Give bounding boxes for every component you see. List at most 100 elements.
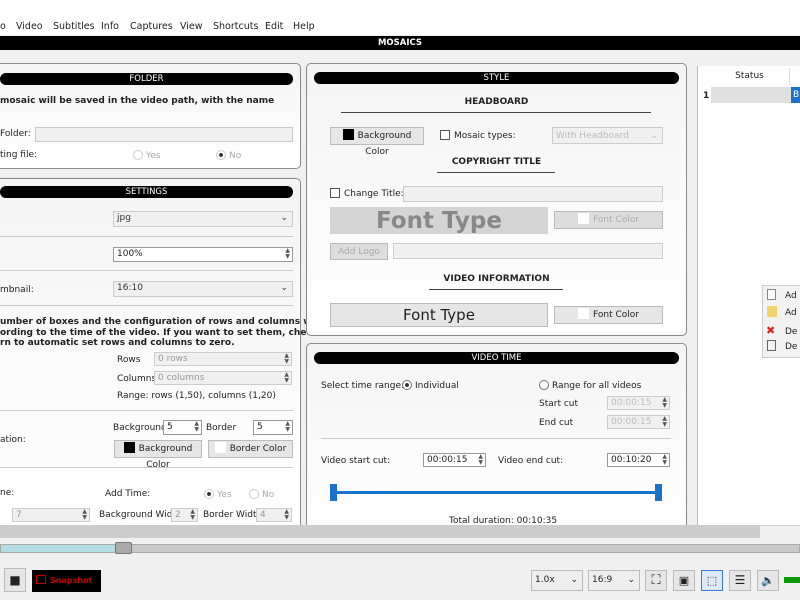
scrollbar-thumb[interactable]	[0, 526, 760, 538]
chevron-down-icon: ⌄	[280, 213, 288, 223]
auto-note: umber of boxes and the configuration of …	[0, 317, 336, 349]
style-header: STYLE	[314, 72, 679, 84]
menu-info[interactable]: Info	[101, 21, 119, 32]
individual-radio[interactable]: Individual	[402, 380, 459, 391]
chevron-down-icon: ⌄	[650, 131, 658, 141]
existing-file-label: ting file:	[0, 150, 38, 160]
copyright-font-color-button[interactable]: Font Color	[554, 211, 663, 229]
border-color-button[interactable]: Border Color	[208, 440, 293, 458]
mosaic-type-select[interactable]: With Headboard ⌄	[552, 127, 663, 144]
end-cut-spinbox[interactable]: 00:00:15 ▲ ▼	[607, 415, 670, 429]
checkbox-label: Mosaic types:	[454, 131, 516, 141]
background-width-spinbox[interactable]: 2 ▲ ▼	[171, 508, 198, 522]
menu-edit[interactable]: Edit	[265, 21, 283, 32]
divider	[341, 112, 651, 113]
add-time-no-radio[interactable]: No	[249, 489, 274, 500]
existing-no-radio[interactable]: No	[216, 150, 241, 161]
range-slider-end-handle[interactable]	[655, 484, 662, 501]
speed-select[interactable]: 1.0x ⌄	[531, 570, 583, 591]
separation-label: ation:	[0, 435, 26, 445]
title-area	[0, 0, 800, 18]
thumbnail-select[interactable]: 16:10 ⌄	[113, 281, 293, 297]
pip-button[interactable]: ▣	[673, 570, 695, 591]
divider	[0, 236, 293, 237]
rows-spinbox[interactable]: 0 rows ▲ ▼	[154, 352, 292, 366]
title-input[interactable]	[403, 186, 663, 202]
color-swatch	[342, 129, 354, 140]
row-number: 1	[703, 91, 710, 101]
time-size-spinbox[interactable]: 7 ▲ ▼	[12, 508, 90, 522]
copyright-heading: COPYRIGHT TITLE	[451, 157, 542, 167]
divider	[429, 289, 563, 290]
columns-value: 0 columns	[158, 373, 205, 383]
color-swatch	[578, 308, 590, 319]
context-menu-item[interactable]: ✖ De	[763, 322, 800, 339]
menu-view[interactable]: View	[180, 21, 203, 32]
snapshot-button[interactable]: Snapshot	[32, 570, 101, 592]
button-label: Font Color	[593, 215, 639, 225]
headboard-background-color-button[interactable]: Background Color	[330, 127, 424, 157]
status-cell[interactable]	[711, 87, 791, 103]
start-cut-spinbox[interactable]: 00:00:15 ▲ ▼	[607, 396, 670, 410]
mute-button[interactable]: 🔈	[757, 570, 779, 591]
border-width-spinbox[interactable]: 4 ▲ ▼	[256, 508, 292, 522]
menu-captures[interactable]: Captures	[130, 21, 173, 32]
aspect-select[interactable]: 16:9 ⌄	[588, 570, 640, 591]
video-info-font-type-button[interactable]: Font Type	[330, 303, 548, 327]
volume-bar[interactable]	[784, 577, 800, 583]
range-slider-start-handle[interactable]	[330, 484, 337, 501]
background-spinbox[interactable]: 5 ▲ ▼	[163, 420, 202, 435]
horizontal-scrollbar[interactable]	[0, 525, 800, 538]
menu-help[interactable]: Help	[293, 21, 315, 32]
border-spinbox[interactable]: 5 ▲ ▼	[253, 420, 293, 435]
folder-input[interactable]	[35, 127, 293, 142]
background-width-label: Background Width	[99, 510, 182, 520]
select-value: With Headboard	[556, 131, 629, 141]
seek-handle[interactable]	[115, 542, 132, 554]
change-title-checkbox[interactable]: Change Title:	[330, 188, 404, 199]
copyright-font-type-button[interactable]: Font Type	[330, 207, 548, 234]
add-time-yes-radio[interactable]: Yes	[204, 489, 232, 500]
status-column-header[interactable]: Status	[710, 68, 790, 85]
select-button[interactable]: ⬚	[701, 570, 723, 591]
menu-subtitles[interactable]: Subtitles	[53, 21, 95, 32]
spin-value: 00:10:20	[611, 455, 652, 465]
fullscreen-button[interactable]: ⛶	[645, 570, 667, 591]
range-slider-track	[333, 491, 659, 494]
video-end-cut-spinbox[interactable]: 00:10:20 ▲ ▼	[607, 453, 670, 467]
selected-cell[interactable]: B	[791, 87, 800, 103]
playlist-button[interactable]: ☰	[729, 570, 751, 591]
scale-value: 100%	[117, 249, 143, 259]
menu-item[interactable]: o	[0, 21, 6, 32]
existing-yes-radio[interactable]: Yes	[133, 150, 161, 161]
video-start-cut-spinbox[interactable]: 00:00:15 ▲ ▼	[423, 453, 486, 467]
spin-value: 00:00:15	[611, 417, 652, 427]
range-all-radio[interactable]: Range for all videos	[539, 380, 641, 391]
columns-spinbox[interactable]: 0 columns ▲ ▼	[154, 371, 292, 385]
background-color-button[interactable]: Background Color	[114, 440, 202, 470]
add-logo-button[interactable]: Add Logo	[330, 243, 388, 260]
logo-path-input[interactable]	[393, 243, 663, 259]
headboard-heading: HEADBOARD	[464, 97, 529, 107]
button-label: Border Color	[229, 444, 287, 454]
folder-note: mosaic will be saved in the video path, …	[0, 96, 275, 106]
stop-button[interactable]: ■	[4, 568, 26, 592]
scale-spinbox[interactable]: 100% ▲ ▼	[113, 247, 293, 262]
yes-label: Yes	[217, 490, 232, 500]
folder-header: FOLDER	[0, 73, 293, 85]
context-menu-item[interactable]: Ad	[763, 305, 800, 322]
no-label: No	[262, 490, 275, 500]
menu-shortcuts[interactable]: Shortcuts	[213, 21, 258, 32]
aspect-value: 16:9	[592, 575, 613, 585]
format-select[interactable]: jpg ⌄	[113, 211, 293, 227]
bw-value: 4	[260, 510, 266, 520]
note-line: ording to the time of the video. If you …	[0, 327, 318, 338]
context-menu-item[interactable]: De	[763, 339, 800, 356]
context-menu-item[interactable]: Ad	[763, 288, 800, 305]
menu-video[interactable]: Video	[16, 21, 43, 32]
video-time-panel	[306, 343, 687, 538]
video-info-font-color-button[interactable]: Font Color	[554, 306, 663, 324]
mosaic-types-checkbox[interactable]: Mosaic types:	[440, 130, 516, 141]
stop-icon: ■	[9, 573, 21, 587]
note-line: rn to automatic set rows and columns to …	[0, 338, 235, 348]
